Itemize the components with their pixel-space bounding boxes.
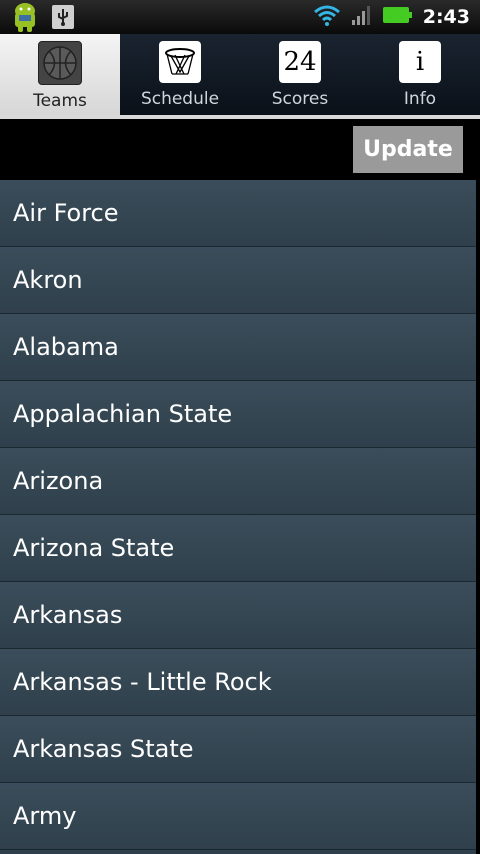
team-item-akron[interactable]: Akron [0, 247, 476, 314]
usb-icon [52, 5, 74, 33]
hoop-icon [159, 41, 201, 83]
status-bar: 2:43 [0, 0, 480, 34]
tab-info[interactable]: i Info [360, 34, 480, 116]
tab-label: Scores [271, 89, 329, 109]
team-item-army[interactable]: Army [0, 783, 476, 850]
update-button[interactable]: Update [353, 126, 463, 173]
tab-teams[interactable]: Teams [0, 34, 120, 116]
team-item-arkansas[interactable]: Arkansas [0, 582, 476, 649]
clock: 2:43 [422, 6, 470, 28]
team-item-arizona[interactable]: Arizona [0, 448, 476, 515]
team-item-air-force[interactable]: Air Force [0, 180, 476, 247]
battery-icon [382, 5, 413, 29]
tab-schedule[interactable]: Schedule [120, 34, 240, 116]
scores-icon: 24 [279, 41, 321, 83]
tab-bar: Teams Schedule 24 Scores i Info [0, 34, 480, 116]
tab-scores[interactable]: 24 Scores [240, 34, 360, 116]
android-icon [10, 1, 40, 37]
tab-label: Schedule [140, 89, 220, 109]
tab-label: Info [403, 89, 437, 109]
team-item-arkansas-state[interactable]: Arkansas State [0, 716, 476, 783]
team-item-alabama[interactable]: Alabama [0, 314, 476, 381]
wifi-icon [313, 4, 341, 30]
toolbar: Update [0, 119, 480, 180]
tab-label: Teams [33, 91, 87, 111]
team-item-arizona-state[interactable]: Arizona State [0, 515, 476, 582]
team-item-appalachian-state[interactable]: Appalachian State [0, 381, 476, 448]
signal-icon [351, 4, 373, 30]
team-list: Air Force Akron Alabama Appalachian Stat… [0, 180, 476, 854]
scrollbar[interactable] [476, 180, 480, 854]
basketball-icon [38, 41, 82, 85]
team-item-arkansas-little-rock[interactable]: Arkansas - Little Rock [0, 649, 476, 716]
info-icon: i [399, 41, 441, 83]
